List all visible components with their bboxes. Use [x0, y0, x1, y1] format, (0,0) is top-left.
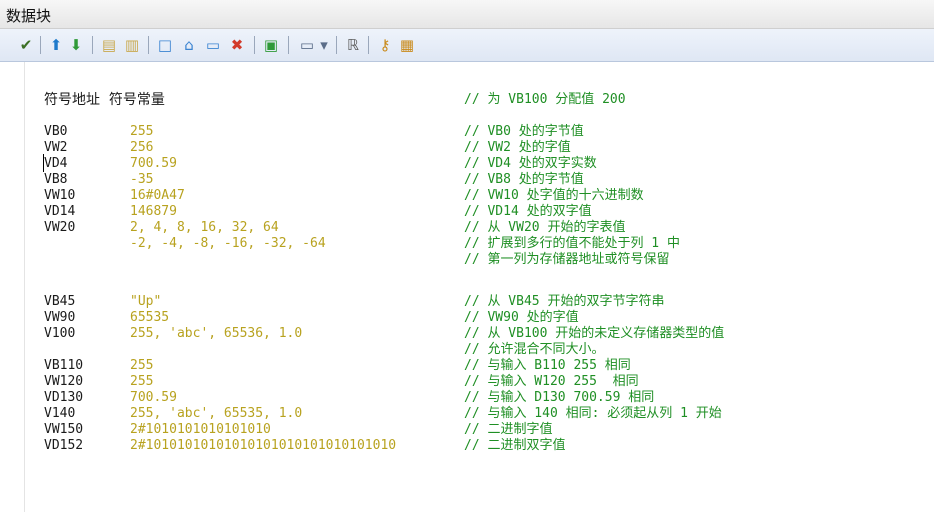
address: VB0 [44, 124, 68, 139]
address: VD130 [44, 390, 84, 405]
comment: // 二进制字值 [464, 422, 553, 437]
value: 256 [130, 140, 154, 155]
folder-open-icon[interactable]: ⌂ [180, 35, 198, 55]
address: VD14 [44, 204, 76, 219]
toolbar-separator [288, 36, 289, 54]
reference-icon[interactable]: ℝ [344, 35, 362, 55]
comment: // 与输入 D130 700.59 相同 [464, 390, 655, 405]
header-line: 符号地址 符号常量 // 为 VB100 分配值 200 [44, 92, 626, 108]
address: VW150 [44, 422, 84, 437]
window-dropdown-icon[interactable]: ▭ [296, 35, 318, 55]
insert-row-icon[interactable]: ▤ [100, 35, 118, 55]
comment: // VW2 处的字值 [464, 140, 571, 155]
header-comment: // 为 VB100 分配值 200 [464, 92, 626, 107]
toolbar-separator [336, 36, 337, 54]
comment: // VB0 处的字节值 [464, 124, 584, 139]
comment: // VW90 处的字值 [464, 310, 579, 325]
toolbar-separator [254, 36, 255, 54]
comment: // VB8 处的字节值 [464, 172, 584, 187]
comment: // 扩展到多行的值不能处于列 1 中 [464, 236, 680, 251]
address: VW120 [44, 374, 84, 389]
comment: // 与输入 W120 255 相同 [464, 374, 639, 389]
address: VW90 [44, 310, 76, 325]
window-titlebar: 数据块 [0, 0, 934, 29]
comment: // 从 VB100 开始的未定义存储器类型的值 [464, 326, 725, 341]
comment: // 允许混合不同大小。 [464, 342, 605, 357]
properties-icon[interactable]: ▦ [398, 35, 416, 55]
delete-row-icon[interactable]: ▥ [123, 35, 141, 55]
toolbar: ✔ ⬆ ⬇ ▤ ▥ □ ⌂ ▭ ✖ ▣ ▭ ▾ ℝ ⚷ ▦ [0, 29, 934, 62]
comment: // VW10 处字值的十六进制数 [464, 188, 644, 203]
address: VW20 [44, 220, 76, 235]
value: 255 [130, 358, 154, 373]
address: VD152 [44, 438, 84, 453]
toolbar-separator [148, 36, 149, 54]
window-title: 数据块 [6, 7, 52, 25]
comment: // 与输入 B110 255 相同 [464, 358, 631, 373]
toolbar-separator [368, 36, 369, 54]
arrow-up-icon[interactable]: ⬆ [48, 35, 64, 55]
value: 65535 [130, 310, 170, 325]
value: 2#1010101010101010 [130, 422, 271, 437]
value: 146879 [130, 204, 177, 219]
value: 2, 4, 8, 16, 32, 64 [130, 220, 279, 235]
comment: // VD14 处的双字值 [464, 204, 592, 219]
arrow-down-icon[interactable]: ⬇ [68, 35, 84, 55]
folder-icon[interactable]: ▭ [204, 35, 222, 55]
value: 700.59 [130, 156, 177, 171]
value: 2#10101010101010101010101010101010 [130, 438, 397, 453]
key-icon[interactable]: ⚷ [376, 35, 394, 55]
export-icon[interactable]: ▣ [262, 35, 280, 55]
value: -35 [130, 172, 154, 187]
comment: // 第一列为存储器地址或符号保留 [464, 252, 670, 267]
comment: // VD4 处的双字实数 [464, 156, 597, 171]
address: VW2 [44, 140, 68, 155]
address: VW10 [44, 188, 76, 203]
address: VD4 [44, 156, 68, 171]
check-icon[interactable]: ✔ [18, 35, 34, 55]
value: 700.59 [130, 390, 177, 405]
address: VB8 [44, 172, 68, 187]
address: V140 [44, 406, 76, 421]
value: 255, 'abc', 65535, 1.0 [130, 406, 303, 421]
toolbar-separator [40, 36, 41, 54]
header-text: 符号地址 符号常量 [44, 92, 165, 108]
value: 255, 'abc', 65536, 1.0 [130, 326, 303, 341]
editor-gutter [0, 62, 25, 512]
value: -2, -4, -8, -16, -32, -64 [130, 236, 326, 251]
delete-icon[interactable]: ✖ [228, 35, 246, 55]
address: VB110 [44, 358, 84, 373]
value: 16#0A47 [130, 188, 185, 203]
dropdown-arrow-icon[interactable]: ▾ [318, 35, 330, 55]
blank-box-icon[interactable]: □ [156, 35, 174, 55]
data-block-window: 数据块 ✔ ⬆ ⬇ ▤ ▥ □ ⌂ ▭ ✖ ▣ ▭ ▾ ℝ ⚷ ▦ 符号地址 符… [0, 0, 934, 512]
comment: // 二进制双字值 [464, 438, 566, 453]
data-block-editor[interactable]: 符号地址 符号常量 // 为 VB100 分配值 200 VB0 255 // VB… [0, 62, 934, 512]
comment: // 从 VW20 开始的字表值 [464, 220, 626, 235]
comment: // 与输入 140 相同: 必须起从列 1 开始 [464, 406, 722, 421]
address: V100 [44, 326, 76, 341]
value: "Up" [130, 294, 162, 309]
address: VB45 [44, 294, 76, 309]
value: 255 [130, 124, 154, 139]
toolbar-separator [92, 36, 93, 54]
comment: // 从 VB45 开始的双字节字符串 [464, 294, 665, 309]
value: 255 [130, 374, 154, 389]
